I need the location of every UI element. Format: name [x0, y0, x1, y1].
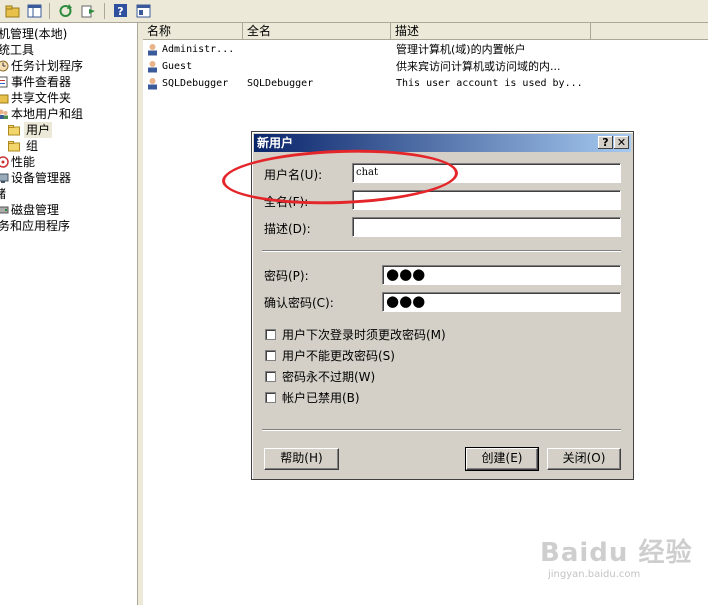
tree-item-system-tools[interactable]: 统工具 — [0, 42, 34, 58]
tree-item-computer-management[interactable]: 机管理(本地) — [0, 26, 67, 42]
column-header-filler — [591, 23, 708, 40]
performance-icon — [0, 156, 9, 168]
export-list-icon[interactable] — [80, 2, 97, 19]
properties-icon[interactable] — [135, 2, 152, 19]
username-field[interactable]: chat — [352, 163, 621, 183]
table-row[interactable]: SQLDebugger SQLDebugger This user accoun… — [143, 75, 708, 92]
tree-item-disk-management[interactable]: 磁盘管理 — [0, 202, 59, 218]
disk-icon — [0, 206, 9, 214]
checkbox-must-change-password[interactable]: 用户下次登录时须更改密码(M) — [265, 326, 446, 343]
create-button[interactable]: 创建(E) — [465, 447, 539, 471]
checkbox-cannot-change-password[interactable]: 用户不能更改密码(S) — [265, 347, 395, 364]
close-button[interactable]: 关闭(O) — [547, 448, 621, 470]
dialog-title-bar[interactable]: 新用户 ? ✕ — [254, 134, 631, 152]
user-icon — [148, 78, 157, 90]
tree-item-storage[interactable]: 储 — [0, 186, 6, 202]
shared-folder-icon — [0, 94, 9, 104]
folder-icon — [8, 141, 20, 152]
event-viewer-icon — [0, 76, 8, 88]
table-row[interactable]: Guest 供来宾访问计算机或访问域的内... — [143, 58, 708, 75]
tree-item-local-users-groups[interactable]: 本地用户和组 — [0, 106, 83, 122]
tree-item-performance[interactable]: 性能 — [0, 154, 35, 170]
password-field[interactable]: ●●● — [382, 265, 621, 285]
help-icon[interactable]: ? — [112, 2, 129, 19]
user-icon — [148, 44, 157, 56]
clock-icon — [0, 60, 9, 72]
tree-item-event-viewer[interactable]: 事件查看器 — [0, 74, 71, 90]
svg-text:?: ? — [117, 5, 123, 18]
fullname-field[interactable] — [352, 190, 621, 210]
tree-item-users[interactable]: 用户 — [8, 122, 53, 138]
description-field[interactable] — [352, 217, 621, 237]
tree-item-services-apps[interactable]: 务和应用程序 — [0, 218, 70, 234]
tree-item-groups[interactable]: 组 — [8, 138, 38, 154]
dialog-title: 新用户 — [257, 136, 294, 150]
divider — [262, 250, 621, 252]
checkbox-password-never-expires[interactable]: 密码永不过期(W) — [265, 368, 375, 385]
device-manager-icon — [0, 173, 9, 183]
new-user-dialog: 新用户 ? ✕ 用户名(U): chat 全名(F): 描述(D): 密码(P)… — [251, 131, 634, 480]
folder-icon — [8, 125, 20, 136]
column-header-name[interactable]: 名称 — [143, 23, 243, 40]
baidu-watermark: Baidu 经验 jingyan.baidu.com — [540, 538, 693, 580]
help-button[interactable]: 帮助(H) — [264, 448, 339, 470]
show-hide-tree-icon[interactable] — [26, 2, 43, 19]
password-label: 密码(P): — [264, 269, 309, 283]
console-tree: 机管理(本地) 统工具 任务计划程序 事件查看器 共享文件夹 本地用户和组 用户… — [0, 23, 137, 605]
up-folder-icon[interactable] — [4, 2, 21, 19]
close-title-button[interactable]: ✕ — [614, 136, 629, 149]
tree-item-device-manager[interactable]: 设备管理器 — [0, 170, 71, 186]
column-header-fullname[interactable]: 全名 — [243, 23, 391, 40]
user-icon — [148, 61, 157, 73]
users-group-icon — [0, 109, 8, 119]
confirm-password-field[interactable]: ●●● — [382, 292, 621, 312]
tree-item-shared-folders[interactable]: 共享文件夹 — [0, 90, 71, 106]
toolbar: ? — [0, 0, 708, 23]
username-label: 用户名(U): — [264, 168, 323, 182]
divider — [262, 429, 621, 431]
checkbox-account-disabled[interactable]: 帐户已禁用(B) — [265, 389, 360, 406]
refresh-icon[interactable] — [57, 2, 74, 19]
tree-item-task-scheduler[interactable]: 任务计划程序 — [0, 58, 83, 74]
column-header-description[interactable]: 描述 — [391, 23, 591, 40]
table-row[interactable]: Administr... 管理计算机(域)的内置帐户 — [143, 41, 708, 58]
help-title-button[interactable]: ? — [598, 136, 613, 149]
confirm-password-label: 确认密码(C): — [264, 296, 334, 310]
description-label: 描述(D): — [264, 222, 311, 236]
fullname-label: 全名(F): — [264, 195, 309, 209]
